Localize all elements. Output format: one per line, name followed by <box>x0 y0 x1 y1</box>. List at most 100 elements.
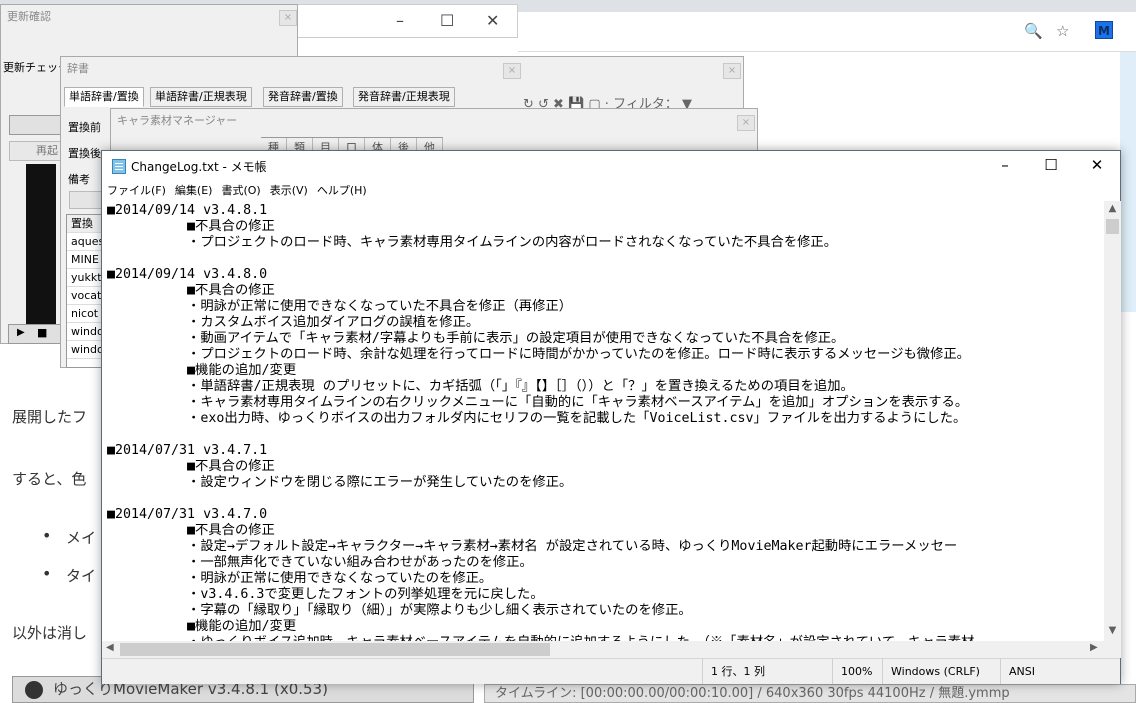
maximize-icon[interactable]: ☐ <box>440 11 454 30</box>
before-label: 置換前 <box>68 121 101 134</box>
text-line: ・v3.4.6.3で変更したフォントの列挙処理を元に戻した。 <box>107 587 544 602</box>
text-line: ・exo出力時、ゆっくりボイスの出力フォルダ内にセリフの一覧を記載した「Voic… <box>107 411 967 426</box>
extension-m-icon[interactable]: M <box>1095 21 1113 39</box>
text-line: ・キャラ素材専用タイムラインの右クリックメニューに「自動的に「キャラ素材ベースア… <box>107 395 969 410</box>
tab-pron-replace[interactable]: 発音辞書/置換 <box>263 87 343 107</box>
tab-pron-regex[interactable]: 発音辞書/正規表現 <box>353 87 455 107</box>
text-line: ■2014/09/14 v3.4.8.0 <box>107 267 268 282</box>
window-title: ChangeLog.txt - メモ帳 <box>131 160 267 174</box>
note-label: 備考 <box>68 173 90 186</box>
close-icon[interactable]: ✕ <box>1074 151 1120 181</box>
text-line: ■2014/07/31 v3.4.7.1 <box>107 443 268 458</box>
window-title: キャラ素材マネージャー <box>111 109 757 133</box>
list-item[interactable]: vocat <box>67 287 105 305</box>
web-bullet-2: タイ <box>66 567 97 585</box>
timeline-window-strip[interactable]: タイムライン: [00:00:00.00/00:00:10.00] / 640x… <box>484 684 1136 703</box>
line-ending: Windows (CRLF) <box>882 659 1000 684</box>
text-line: ・プロジェクトのロード時、キャラ素材専用タイムラインの内容がロードされなくなって… <box>107 235 838 250</box>
status-bar: 1 行、1 列 100% Windows (CRLF) ANSI <box>102 658 1120 684</box>
bullet-dot: • <box>42 564 52 583</box>
list-item[interactable]: windo <box>67 323 105 341</box>
list-header: 置換 <box>67 215 105 233</box>
list-item[interactable]: MINE <box>67 251 105 269</box>
restart-button[interactable]: 再起 <box>9 141 63 161</box>
text-line: ■不具合の修正 <box>107 459 275 474</box>
maximize-icon[interactable]: ☐ <box>1028 151 1074 181</box>
web-bullet-1: メイ <box>66 529 97 547</box>
timeline-title: タイムライン: [00:00:00.00/00:00:10.00] / 640x… <box>495 686 1010 701</box>
window-title: 辞書 <box>61 57 743 81</box>
title-bar: ChangeLog.txt - メモ帳 – ☐ ✕ <box>102 151 1120 181</box>
text-line: ■不具合の修正 <box>107 523 275 538</box>
update-progress <box>9 115 63 135</box>
player-controls: ▶ ■ <box>8 324 64 344</box>
menu-file[interactable]: ファイル(F) <box>102 181 170 201</box>
cursor-position: 1 行、1 列 <box>702 659 832 684</box>
list-item[interactable]: windo <box>67 341 105 359</box>
text-line: ・一部無声化できていない組み合わせがあったのを修正。 <box>107 555 533 570</box>
close-icon[interactable]: × <box>503 63 521 79</box>
bullet-dot: • <box>42 526 52 545</box>
text-line: ■不具合の修正 <box>107 219 275 234</box>
text-line: ・明詠が正常に使用できなくなっていたのを修正。 <box>107 571 493 586</box>
text-line: ・単語辞書/正規表現 のプリセットに、カギ括弧（「」『』【】［］（））と「？」を… <box>107 379 854 394</box>
close-icon[interactable]: ✕ <box>486 11 499 30</box>
scroll-right-icon[interactable]: ▶ <box>1090 642 1098 653</box>
scroll-thumb[interactable] <box>120 643 550 656</box>
scroll-corner <box>1104 641 1121 658</box>
text-line: ・プロジェクトのロード時、余計な処理を行ってロードに時間がかかっていたのを修正。… <box>107 347 970 362</box>
app-icon <box>25 681 43 699</box>
vertical-scrollbar[interactable]: ▲ ▼ <box>1104 201 1121 641</box>
text-line: ・設定ウィンドウを閉じる際にエラーが発生していたのを修正。 <box>107 475 573 490</box>
text-line: ・カスタムボイス追加ダイアログの誤植を修正。 <box>107 315 480 330</box>
notepad-icon <box>112 159 126 174</box>
text-line: ■機能の追加/変更 <box>107 619 297 634</box>
text-line: ・動画アイテムで「キャラ素材/字幕よりも手前に表示」の設定項目が使用できなくなっ… <box>107 331 845 346</box>
web-paragraph-3: 以外は消し <box>12 624 88 642</box>
minimize-icon[interactable]: – <box>396 11 404 30</box>
encoding: ANSI <box>1000 659 1120 684</box>
close-icon[interactable]: × <box>723 63 741 79</box>
menu-bar: ファイル(F) 編集(E) 書式(O) 表示(V) ヘルプ(H) <box>102 181 1120 201</box>
window-title: 更新確認 <box>1 5 297 29</box>
browser-toolbar: 🔍 ☆ M <box>518 12 1136 52</box>
minimize-icon[interactable]: – <box>982 151 1028 181</box>
stop-icon[interactable]: ■ <box>37 326 47 339</box>
text-line: ・字幕の「縁取り」「縁取り（細）」が実際よりも少し細く表示されていたのを修正。 <box>107 603 692 618</box>
scroll-up-icon[interactable]: ▲ <box>1104 203 1121 214</box>
menu-view[interactable]: 表示(V) <box>265 181 312 201</box>
horizontal-scrollbar[interactable]: ◀ ▶ <box>102 641 1104 658</box>
menu-format[interactable]: 書式(O) <box>216 181 264 201</box>
bookmark-star-icon[interactable]: ☆ <box>1056 22 1069 40</box>
window-controls: – ☐ ✕ <box>298 4 518 38</box>
text-line: ■2014/07/31 v3.4.7.0 <box>107 507 268 522</box>
tab-word-replace[interactable]: 単語辞書/置換 <box>64 87 144 107</box>
text-line: ■不具合の修正 <box>107 283 275 298</box>
replace-list: 置換 aques MINE yukkt vocat nicot windo wi… <box>66 214 106 368</box>
tab-word-regex[interactable]: 単語辞書/正規表現 <box>150 87 252 107</box>
text-editor[interactable]: ■2014/09/14 v3.4.8.1 ■不具合の修正 ・プロジェクトのロード… <box>102 201 1104 641</box>
list-item[interactable]: nicot <box>67 305 105 323</box>
chara-manager-window: キャラ素材マネージャー × 種類目口体後他 <box>110 108 758 158</box>
text-line: ・明詠が正常に使用できなくなっていた不具合を修正（再修正） <box>107 299 572 314</box>
web-paragraph-1: 展開したフ <box>12 408 88 426</box>
notepad-window: ChangeLog.txt - メモ帳 – ☐ ✕ ファイル(F) 編集(E) 書式… <box>101 150 1121 684</box>
scroll-left-icon[interactable]: ◀ <box>106 642 114 653</box>
menu-help[interactable]: ヘルプ(H) <box>312 181 371 201</box>
preview-panel <box>26 164 56 324</box>
text-line: ・設定→デフォルト設定→キャラクター→キャラ素材→素材名 が設定されている時、ゆ… <box>107 539 958 554</box>
list-item[interactable]: yukkt <box>67 269 105 287</box>
close-icon[interactable]: × <box>737 115 755 131</box>
close-icon[interactable]: × <box>279 10 297 26</box>
text-line: ■機能の追加/変更 <box>107 363 297 378</box>
menu-edit[interactable]: 編集(E) <box>170 181 217 201</box>
text-line: ■2014/09/14 v3.4.8.1 <box>107 203 268 218</box>
after-label: 置換後 <box>68 147 101 160</box>
play-icon[interactable]: ▶ <box>17 327 25 338</box>
page-side-strip <box>1120 52 1136 312</box>
scroll-thumb[interactable] <box>1106 219 1119 234</box>
list-item[interactable]: aques <box>67 233 105 251</box>
scroll-down-icon[interactable]: ▼ <box>1104 625 1121 636</box>
web-paragraph-2: すると、色 <box>12 470 87 488</box>
zoom-icon[interactable]: 🔍 <box>1024 22 1043 40</box>
